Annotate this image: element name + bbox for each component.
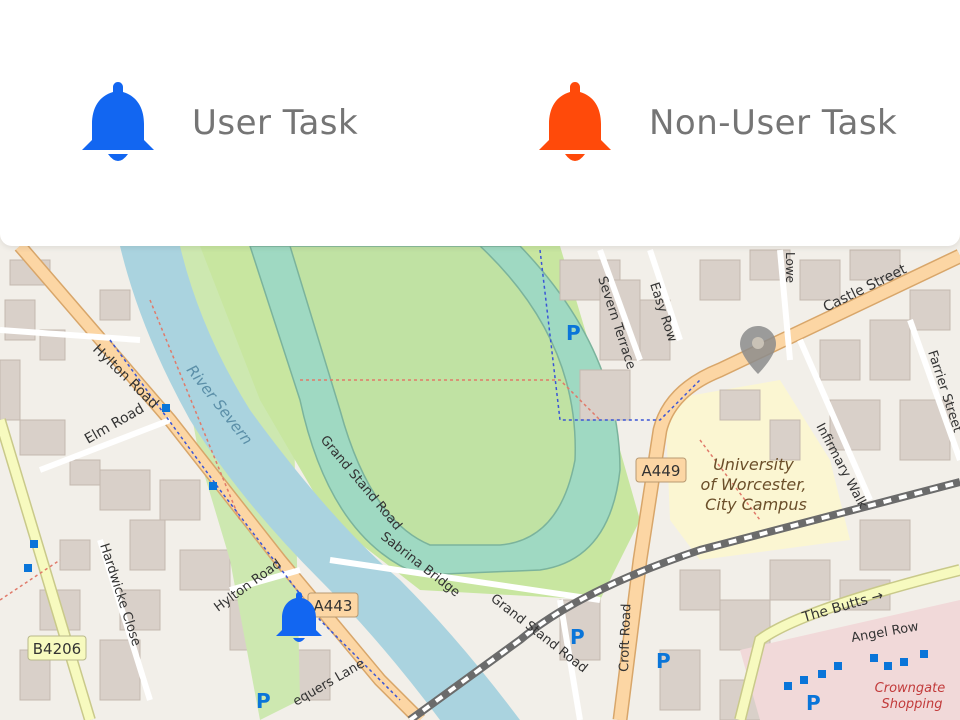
legend-panel: User Task Non-User Task xyxy=(0,0,960,246)
legend-label-non-user-task: Non-User Task xyxy=(649,103,898,143)
road-shield-a449: A449 xyxy=(635,457,687,483)
parking-symbol: P xyxy=(570,625,585,649)
legend-item-user-task[interactable]: User Task xyxy=(80,78,358,168)
svg-text:A449: A449 xyxy=(642,462,681,480)
label-croft-road: Croft Road xyxy=(617,603,634,672)
bell-icon xyxy=(82,82,154,161)
label-university: University of Worcester, City Campus xyxy=(700,455,811,514)
bell-icon xyxy=(539,82,611,161)
parking-symbol: P xyxy=(806,691,821,715)
label-lowesmoor: Lowe xyxy=(783,252,797,283)
road-shield-b4206: B4206 xyxy=(27,635,87,661)
parking-symbol: P xyxy=(566,321,581,345)
parking-symbol: P xyxy=(256,689,271,713)
svg-text:A443: A443 xyxy=(314,597,353,615)
label-crowngate: Crowngate Shopping xyxy=(875,681,950,712)
legend-item-non-user-task[interactable]: Non-User Task xyxy=(537,78,897,168)
parking-symbol: P xyxy=(656,649,671,673)
legend-label-user-task: User Task xyxy=(192,103,359,143)
svg-text:B4206: B4206 xyxy=(33,640,81,658)
